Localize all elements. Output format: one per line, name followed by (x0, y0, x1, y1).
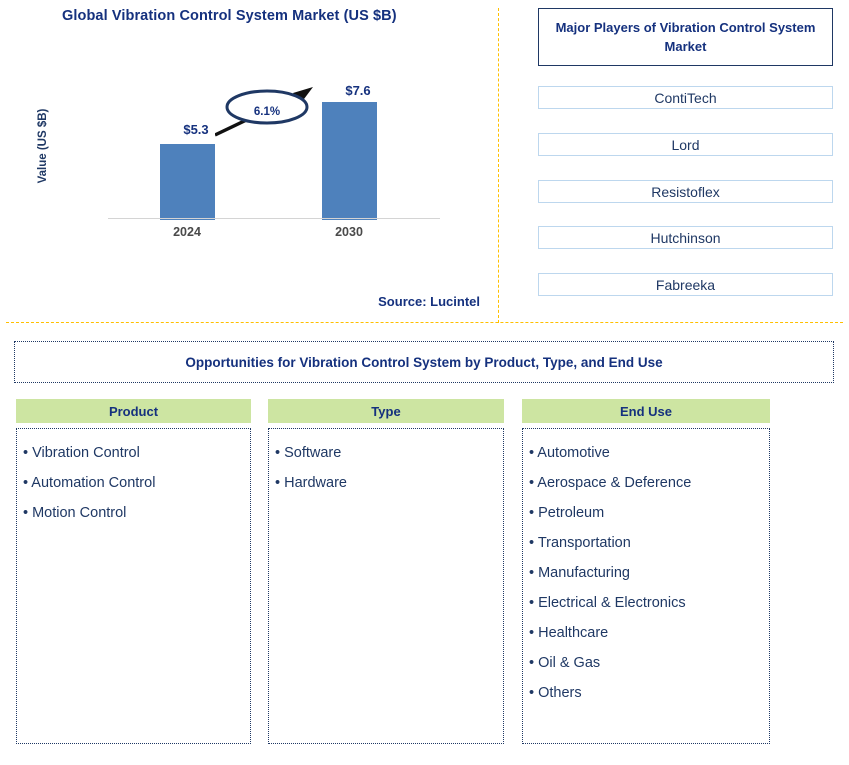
column-body-end-use: • Automotive • Aerospace & Deference • P… (522, 428, 770, 744)
list-item: • Electrical & Electronics (529, 595, 686, 611)
infographic-page: Global Vibration Control System Market (… (0, 0, 849, 765)
player-item-2[interactable]: Resistoflex (538, 180, 833, 203)
column-header-label: Type (371, 403, 401, 419)
list-item: • Automation Control (23, 475, 156, 491)
list-item: • Automotive (529, 445, 610, 461)
player-item-1[interactable]: Lord (538, 133, 833, 156)
major-players-title: Major Players of Vibration Control Syste… (555, 20, 816, 54)
list-item: • Software (275, 445, 342, 461)
column-header-end-use: End Use (522, 399, 770, 423)
cagr-value-label: 6.1% (253, 106, 281, 118)
player-item-4[interactable]: Fabreeka (538, 273, 833, 296)
player-label: Lord (671, 136, 700, 153)
horizontal-divider (6, 322, 843, 323)
list-item: • Aerospace & Deference (529, 475, 692, 491)
list-item: • Hardware (275, 475, 347, 491)
player-item-3[interactable]: Hutchinson (538, 226, 833, 249)
major-players-title-box: Major Players of Vibration Control Syste… (538, 8, 833, 66)
x-axis-tick-2024: 2024 (173, 225, 201, 239)
player-label: ContiTech (654, 89, 717, 106)
player-label: Resistoflex (651, 183, 720, 200)
chart-source-label: Source: Lucintel (378, 294, 480, 309)
list-item: • Manufacturing (529, 565, 630, 581)
list-item: • Oil & Gas (529, 655, 601, 671)
vertical-divider (498, 8, 499, 323)
list-item: • Petroleum (529, 505, 605, 521)
chart-axis-baseline (108, 218, 440, 219)
list-item: • Vibration Control (23, 445, 140, 461)
list-item: • Motion Control (23, 505, 127, 521)
column-header-label: Product (108, 403, 159, 419)
list-item: • Healthcare (529, 625, 609, 641)
list-item: • Transportation (529, 535, 631, 551)
column-body-type: • Software • Hardware (268, 428, 504, 744)
column-header-type: Type (268, 399, 504, 423)
player-label: Fabreeka (655, 276, 716, 293)
opportunities-title: Opportunities for Vibration Control Syst… (185, 354, 663, 370)
column-body-product: • Vibration Control • Automation Control… (16, 428, 251, 744)
list-item: • Others (529, 685, 582, 701)
column-header-product: Product (16, 399, 251, 423)
player-item-0[interactable]: ContiTech (538, 86, 833, 109)
player-label: Hutchinson (650, 229, 721, 246)
bar-2024 (160, 144, 215, 220)
chart-y-axis-label: Value (US $B) (37, 108, 49, 184)
chart-title: Global Vibration Control System Market (… (62, 8, 397, 24)
column-header-label: End Use (619, 403, 672, 419)
opportunities-title-box: Opportunities for Vibration Control Syst… (14, 341, 834, 383)
x-axis-tick-2030: 2030 (335, 225, 363, 239)
